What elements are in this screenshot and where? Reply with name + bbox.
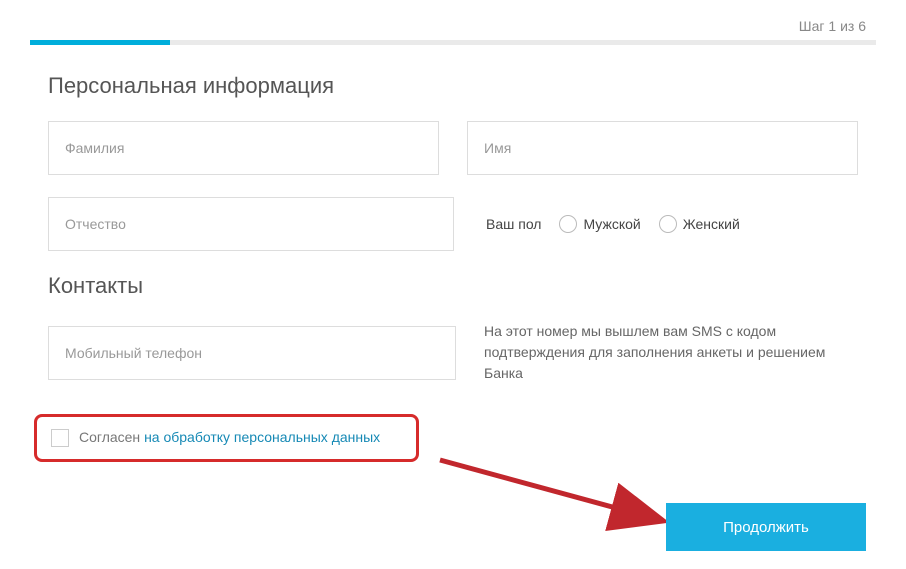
contacts-title: Контакты (48, 273, 876, 299)
personal-info-title: Персональная информация (48, 73, 876, 99)
progress-bar (30, 40, 876, 45)
sms-hint: На этот номер мы вышлем вам SMS с кодом … (484, 321, 858, 384)
gender-male-radio[interactable]: Мужской (559, 215, 640, 233)
consent-highlight-box: Согласен на обработку персональных данны… (34, 414, 419, 462)
radio-icon (559, 215, 577, 233)
name-row (30, 121, 876, 175)
consent-checkbox[interactable] (51, 429, 69, 447)
continue-button[interactable]: Продолжить (666, 503, 866, 551)
progress-fill (30, 40, 170, 45)
annotation-arrow (430, 430, 690, 540)
radio-icon (659, 215, 677, 233)
gender-female-label: Женский (683, 216, 740, 232)
gender-label: Ваш пол (486, 216, 541, 232)
phone-field[interactable] (48, 326, 456, 380)
gender-group: Ваш пол Мужской Женский (482, 197, 858, 251)
consent-prefix: Согласен (79, 429, 144, 445)
gender-male-label: Мужской (583, 216, 640, 232)
step-indicator: Шаг 1 из 6 (30, 0, 876, 40)
patronymic-gender-row: Ваш пол Мужской Женский (30, 197, 876, 251)
gender-female-radio[interactable]: Женский (659, 215, 740, 233)
consent-link[interactable]: на обработку персональных данных (144, 429, 380, 445)
patronymic-field[interactable] (48, 197, 454, 251)
surname-field[interactable] (48, 121, 439, 175)
name-field[interactable] (467, 121, 858, 175)
phone-row: На этот номер мы вышлем вам SMS с кодом … (30, 321, 876, 384)
consent-text-wrap: Согласен на обработку персональных данны… (79, 429, 380, 447)
